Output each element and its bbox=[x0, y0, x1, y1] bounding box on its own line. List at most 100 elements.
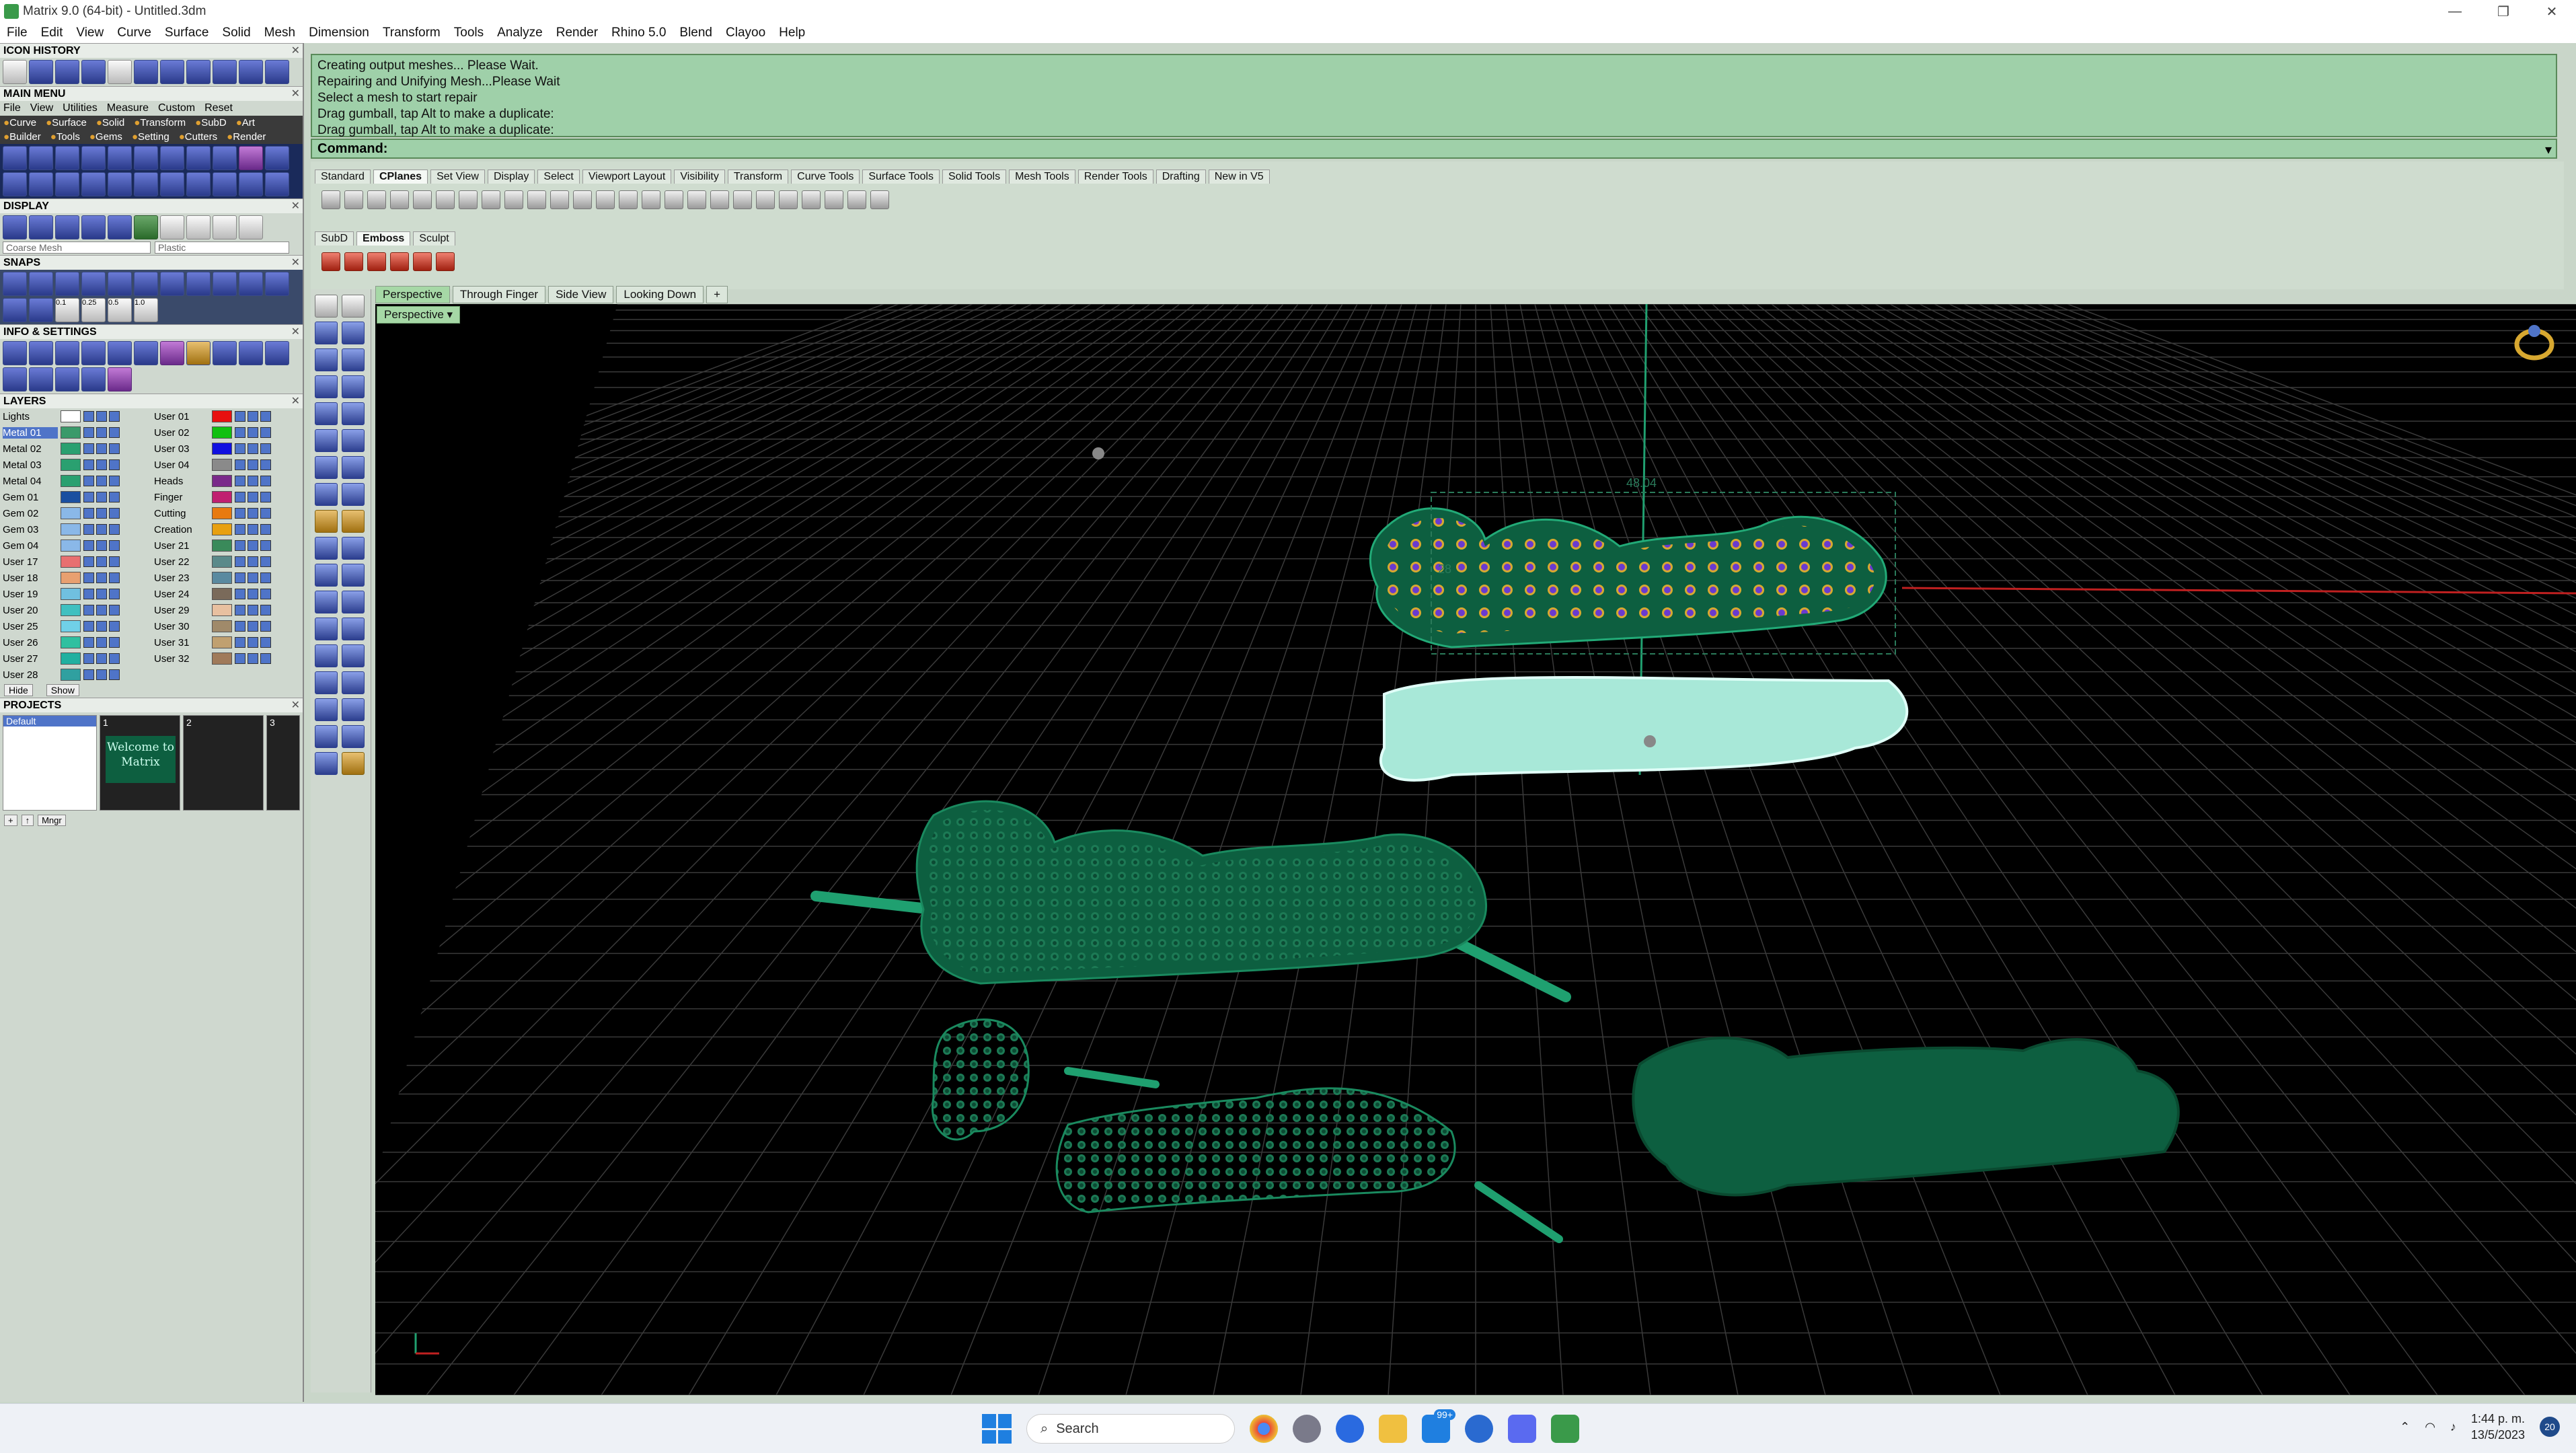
layer-row[interactable]: Gem 01 bbox=[0, 489, 151, 505]
layer-color-swatch[interactable] bbox=[212, 539, 232, 552]
layer-row[interactable]: Metal 01 bbox=[0, 424, 151, 441]
redo-icon[interactable] bbox=[265, 60, 289, 84]
layers-show-button[interactable]: Show bbox=[46, 684, 79, 696]
analysis-icon[interactable] bbox=[81, 367, 106, 392]
pave-tool-icon[interactable] bbox=[134, 60, 158, 84]
layer-name[interactable]: Gem 04 bbox=[3, 540, 58, 552]
menu-dimension[interactable]: Dimension bbox=[302, 26, 376, 40]
layer-row[interactable]: Cutting bbox=[151, 505, 303, 521]
report-icon[interactable] bbox=[213, 341, 237, 365]
layer-lock-toggle[interactable] bbox=[96, 492, 107, 502]
layer-row[interactable]: User 28 bbox=[0, 667, 151, 683]
layer-color-swatch[interactable] bbox=[61, 491, 81, 503]
mm-cutters[interactable]: Cutters bbox=[179, 131, 217, 143]
copy-icon[interactable] bbox=[342, 564, 365, 587]
layer-name[interactable]: User 32 bbox=[154, 653, 209, 665]
layer-name[interactable]: Gem 03 bbox=[3, 524, 58, 535]
channel-icon[interactable] bbox=[160, 146, 184, 170]
analyze-icon[interactable] bbox=[342, 698, 365, 721]
minimize-button[interactable]: — bbox=[2431, 0, 2479, 23]
layer-row[interactable]: User 26 bbox=[0, 634, 151, 650]
layer-visible-toggle[interactable] bbox=[235, 572, 245, 583]
layer-print-toggle[interactable] bbox=[260, 556, 271, 567]
layer-print-toggle[interactable] bbox=[260, 572, 271, 583]
rose-sphere-icon[interactable] bbox=[239, 215, 263, 239]
extrude-icon[interactable] bbox=[342, 483, 365, 506]
layer-row[interactable]: User 30 bbox=[151, 618, 303, 634]
add-viewport-tab-button[interactable]: + bbox=[706, 286, 728, 303]
layer-row[interactable]: User 31 bbox=[151, 634, 303, 650]
tab-cplanes[interactable]: CPlanes bbox=[373, 169, 428, 184]
ring-tool-icon[interactable] bbox=[55, 60, 79, 84]
prong-icon[interactable] bbox=[108, 146, 132, 170]
taskbar-search[interactable]: ⌕ Search bbox=[1026, 1414, 1235, 1444]
tab-display[interactable]: Display bbox=[487, 169, 535, 184]
discord-icon[interactable] bbox=[1508, 1415, 1536, 1443]
emboss-relief-icon[interactable] bbox=[344, 252, 363, 271]
band-icon[interactable] bbox=[55, 146, 79, 170]
layer-visible-toggle[interactable] bbox=[235, 459, 245, 470]
ring-size-icon[interactable] bbox=[2514, 325, 2554, 361]
gumball-pivot-icon[interactable] bbox=[1644, 735, 1656, 747]
flow-icon[interactable] bbox=[239, 172, 263, 196]
layer-color-swatch[interactable] bbox=[212, 459, 232, 471]
cplane-object-icon[interactable] bbox=[367, 190, 386, 209]
tab-render-tools[interactable]: Render Tools bbox=[1077, 169, 1153, 184]
menu-transform[interactable]: Transform bbox=[376, 26, 447, 40]
layer-lock-toggle[interactable] bbox=[248, 443, 258, 454]
layer-name[interactable]: Metal 01 bbox=[3, 426, 58, 439]
layer-color-swatch[interactable] bbox=[61, 410, 81, 422]
sphere-icon[interactable] bbox=[342, 456, 365, 479]
silver-sphere-icon[interactable] bbox=[213, 215, 237, 239]
layer-name[interactable]: User 26 bbox=[3, 637, 58, 648]
snap-perp-icon[interactable] bbox=[160, 272, 184, 296]
layer-name[interactable]: User 22 bbox=[154, 556, 209, 568]
layer-name[interactable]: Cutting bbox=[154, 508, 209, 519]
layer-color-swatch[interactable] bbox=[212, 507, 232, 519]
fillet-icon[interactable] bbox=[342, 429, 365, 452]
menu-render[interactable]: Render bbox=[550, 26, 605, 40]
render-icon[interactable] bbox=[315, 725, 338, 748]
tab-perspective[interactable]: Perspective bbox=[375, 286, 450, 303]
layer-row[interactable]: Metal 04 bbox=[0, 473, 151, 489]
freeform-icon[interactable] bbox=[342, 402, 365, 425]
material-icon[interactable] bbox=[342, 752, 365, 775]
cplane-world-front-icon[interactable] bbox=[527, 190, 546, 209]
properties-icon[interactable] bbox=[3, 341, 27, 365]
layer-color-swatch[interactable] bbox=[61, 475, 81, 487]
flat-silhouette-shape[interactable] bbox=[1632, 1037, 2180, 1197]
layer-print-toggle[interactable] bbox=[260, 492, 271, 502]
mm-builder[interactable]: Builder bbox=[3, 131, 41, 143]
layer-lock-toggle[interactable] bbox=[248, 411, 258, 422]
gold-calc-icon[interactable] bbox=[186, 341, 211, 365]
ellipse-icon[interactable] bbox=[315, 402, 338, 425]
menu-blend[interactable]: Blend bbox=[673, 26, 719, 40]
layer-visible-toggle[interactable] bbox=[83, 524, 94, 535]
close-icon[interactable]: ✕ bbox=[291, 394, 300, 409]
layer-print-toggle[interactable] bbox=[109, 653, 120, 664]
snap-point-icon[interactable] bbox=[55, 272, 79, 296]
cplane-save-icon[interactable] bbox=[642, 190, 660, 209]
layer-color-swatch[interactable] bbox=[61, 556, 81, 568]
projects-header[interactable]: PROJECTS ✕ bbox=[0, 698, 303, 712]
cplane-perp-icon[interactable] bbox=[802, 190, 821, 209]
layer-visible-toggle[interactable] bbox=[83, 411, 94, 422]
layer-print-toggle[interactable] bbox=[260, 540, 271, 551]
mm-reset[interactable]: Reset bbox=[204, 102, 233, 114]
tab-curve-tools[interactable]: Curve Tools bbox=[791, 169, 860, 184]
layer-name[interactable]: User 24 bbox=[154, 589, 209, 600]
layer-visible-toggle[interactable] bbox=[235, 492, 245, 502]
layer-visible-toggle[interactable] bbox=[83, 556, 94, 567]
mm-custom[interactable]: Custom bbox=[158, 102, 195, 114]
tab-visibility[interactable]: Visibility bbox=[674, 169, 725, 184]
mm-gems[interactable]: Gems bbox=[89, 131, 122, 143]
curve-cv-icon[interactable] bbox=[342, 322, 365, 344]
measure-icon[interactable] bbox=[108, 341, 132, 365]
layer-color-swatch[interactable] bbox=[212, 604, 232, 616]
mm-view[interactable]: View bbox=[30, 102, 53, 114]
layer-name[interactable]: Metal 03 bbox=[3, 459, 58, 471]
matrix-taskbar-icon[interactable] bbox=[1551, 1415, 1579, 1443]
boolean-union-icon[interactable] bbox=[315, 510, 338, 533]
layer-lock-toggle[interactable] bbox=[96, 605, 107, 616]
snap-end-icon[interactable] bbox=[3, 272, 27, 296]
